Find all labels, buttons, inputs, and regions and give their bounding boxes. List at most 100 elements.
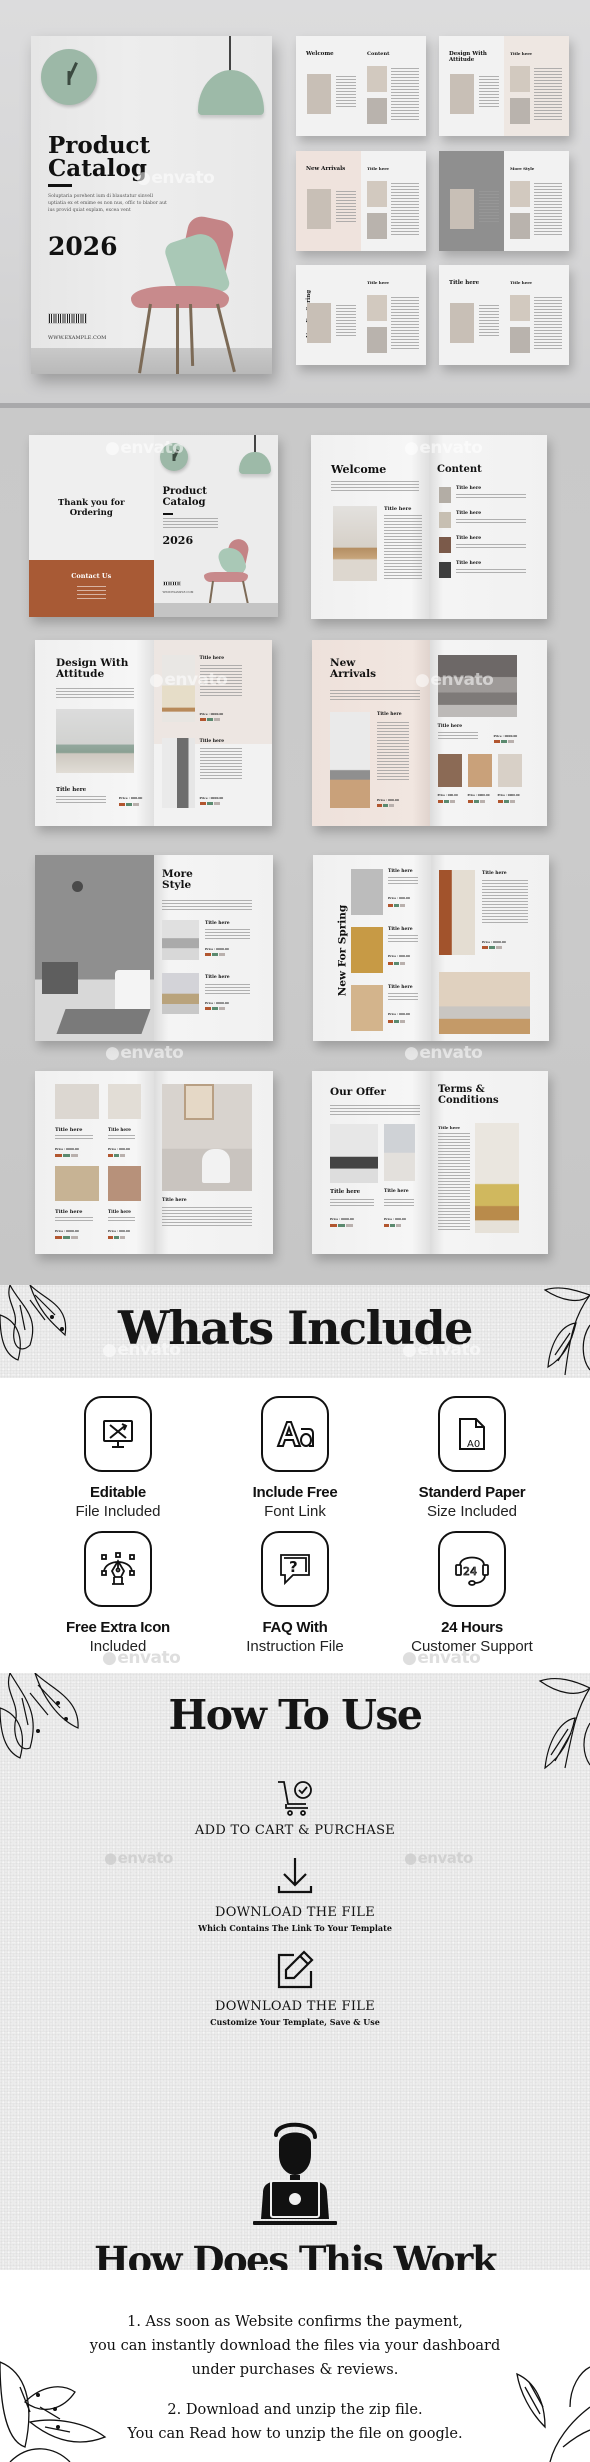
thumbnail-spread: Title here Title here (439, 265, 569, 365)
color-swatches (199, 718, 220, 721)
note-1-line: you can instantly download the files via… (89, 2338, 501, 2354)
thumbnail-title: More Style (510, 166, 535, 171)
color-swatches (377, 804, 394, 807)
armchair-photo (384, 1124, 415, 1181)
item-title: Title here (199, 739, 225, 744)
item-price: Price : 0000.00 (493, 734, 518, 738)
body-text (534, 183, 562, 235)
color-swatches (119, 803, 139, 806)
feature-paper: A0 Standerd Paper Size Included (374, 1396, 570, 1520)
item-title: Title here (55, 1209, 83, 1215)
thumbnail-spread: Welcome Content (296, 36, 426, 136)
thumbnail-right-page: Title here (504, 265, 569, 365)
item-price: Price : 000.00 (388, 1012, 410, 1016)
feature-title: Free Extra Icon (66, 1619, 170, 1636)
feature-icon-box (84, 1396, 152, 1472)
note-1-line: under purchases & reviews. (191, 2362, 399, 2378)
item-price: Price : 000.00 (108, 1229, 130, 1233)
body-text (388, 993, 418, 1002)
step-description: Which Contains The Link To Your Template (198, 1923, 392, 1933)
feature-subtitle: Font Link (264, 1503, 326, 1520)
note-2-line: 2. Download and unzip the zip file. (167, 2402, 423, 2418)
thumbnail-title: Content (367, 51, 390, 57)
step-label: DOWNLOAD THE FILE (214, 1905, 376, 1920)
grid-page: Title here Price : 0000.00 Title here Price… (35, 1071, 154, 1254)
body-text (199, 748, 242, 780)
chair-seat (131, 286, 229, 308)
item-title: Title here (388, 927, 413, 932)
item-title: Title here (482, 871, 507, 876)
spread-spring: New For Spring Title here Price : 000.00 T… (313, 855, 549, 1041)
toc-item-title: Title here (456, 536, 482, 541)
more-style-page: More Style Title here Price : 0000.00 Ti… (154, 855, 273, 1041)
thank-you-line2: Ordering (69, 508, 113, 518)
color-swatches (388, 962, 405, 965)
contact-us-title: Contact Us (71, 572, 112, 580)
thumbnail-photo (510, 66, 530, 92)
toc-thumbnail (439, 512, 451, 528)
item-price: Price : 0000.00 (467, 794, 490, 797)
body-text (534, 297, 562, 349)
contact-block: Contact Us (29, 560, 154, 617)
cover-website: WWW.EXAMPLE.COM (48, 335, 107, 341)
edit-pencil-icon (277, 1950, 314, 1989)
terms-title-line2: Conditions (438, 1094, 499, 1106)
living-room-photo (439, 972, 530, 1034)
thumbnail-right-page: Title here (504, 36, 569, 136)
thumbnail-spread: Design With Attitude Title here (439, 36, 569, 136)
thumbnail-photo (307, 303, 331, 343)
thumbnail-photo (367, 66, 387, 92)
more-style-title-line2: Style (162, 879, 192, 892)
color-swatches (467, 800, 485, 803)
pen-tool-icon (101, 1552, 135, 1585)
how-to-use-title: How To Use (168, 1691, 423, 1739)
color-swatches (55, 1236, 78, 1239)
body-text (391, 68, 419, 120)
spreads-section: Thank you for Ordering Contact Us Produc… (0, 408, 590, 1285)
color-swatches (55, 1154, 78, 1157)
cover-title: Product Catalog (48, 134, 150, 181)
body-text (456, 494, 526, 500)
spread-welcome: Welcome Title here Content Title here Tit… (311, 435, 547, 619)
product-photo (351, 927, 383, 973)
feature-icon-box (261, 1396, 329, 1472)
front-title-line2: Catalog (162, 496, 206, 508)
product-photo (497, 754, 522, 787)
catalog-cover: Product Catalog Soluptaria porehent ium … (31, 36, 272, 374)
item-price: Price : 0000.00 (482, 940, 506, 944)
arrivals-page: New Arrivals Title here Price : 000.00 (312, 640, 430, 826)
font-aa-icon (276, 1421, 314, 1447)
note-2: 2. Download and unzip the zip file. You … (0, 2398, 590, 2446)
feature-title: Editable (90, 1484, 146, 1501)
color-swatches (330, 1224, 353, 1227)
thumbnail-right-page: Content (361, 36, 426, 136)
terms-title: Terms & Conditions (438, 1084, 499, 1106)
color-swatches (388, 904, 405, 907)
spread-arrivals: New Arrivals Title here Price : 000.00 T… (312, 640, 547, 826)
color-swatches (384, 1224, 401, 1227)
product-photo (437, 754, 462, 787)
living-room-photo (56, 709, 134, 773)
body-text (205, 929, 250, 940)
thumbnail-left-page: Design With Attitude (439, 36, 504, 136)
vase-photo (439, 870, 475, 955)
thumbnail-spread: New Arrivals Title here (296, 151, 426, 251)
item-title: Title here (377, 712, 402, 717)
lamp-image (198, 70, 264, 115)
cover-rule (162, 513, 173, 515)
lamp-cord (229, 36, 231, 72)
lamp-image (238, 452, 271, 474)
item-title: Title here (388, 869, 413, 874)
body-text (336, 76, 356, 108)
terms-title-line1: Terms & (438, 1084, 485, 1095)
color-swatches (497, 800, 515, 803)
item-title: Title here (56, 787, 87, 793)
color-swatches (388, 1020, 405, 1023)
thumbnail-left-page: Welcome (296, 36, 361, 136)
armchair-photo (161, 655, 195, 722)
item-price: Price : 0000.00 (55, 1229, 79, 1233)
thumbnail-photo (510, 213, 530, 239)
body-text (384, 1199, 414, 1208)
item-title: Title here (384, 1189, 409, 1194)
arrivals-products-page: Title here Price : 0000.00 Price : 000.0… (429, 640, 547, 826)
